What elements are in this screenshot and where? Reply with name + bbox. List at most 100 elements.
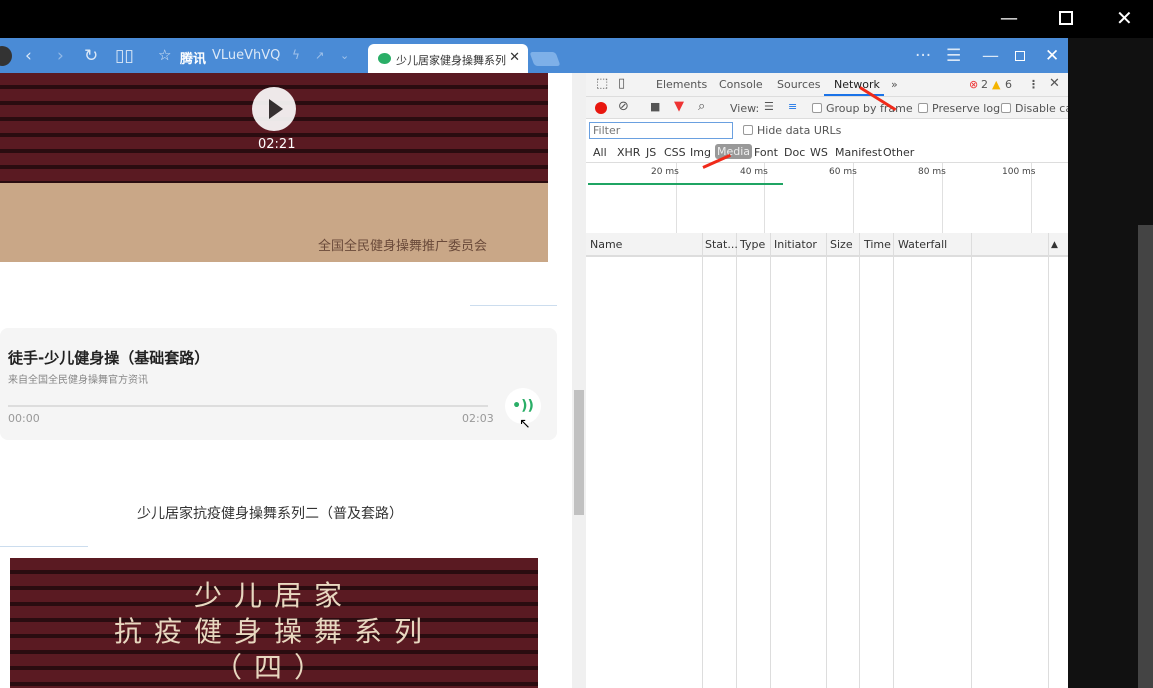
menu-icon[interactable]: ☰ bbox=[946, 46, 961, 66]
video2-line: （四） bbox=[213, 651, 334, 684]
type-js[interactable]: JS bbox=[646, 146, 656, 159]
section-title: 少儿居家抗疫健身操舞系列二（普及套路） bbox=[137, 506, 403, 522]
clear-icon[interactable]: ⊘ bbox=[618, 99, 629, 114]
video2-line: 少儿居家 bbox=[193, 579, 354, 612]
tick-label: 100 ms bbox=[1002, 167, 1036, 177]
video2-line: 抗疫健身操舞系列 bbox=[113, 615, 434, 648]
video-watermark: 全国全民健身操舞推广委员会 bbox=[318, 239, 488, 254]
close-icon[interactable]: ✕ bbox=[1045, 46, 1059, 66]
hide-data-urls-checkbox[interactable]: Hide data URLs bbox=[743, 124, 841, 137]
tab-sources[interactable]: Sources bbox=[777, 78, 821, 91]
view-label: View: bbox=[730, 102, 760, 115]
preserve-log-label: Preserve log bbox=[932, 102, 1001, 115]
audio-total-time: 02:03 bbox=[462, 412, 494, 425]
column-size[interactable]: Size bbox=[830, 238, 853, 251]
share-icon[interactable]: ↗ bbox=[315, 49, 324, 62]
type-manifest[interactable]: Manifest bbox=[835, 146, 882, 159]
search-icon[interactable]: ⌕ bbox=[698, 99, 705, 114]
warning-count[interactable]: 6 bbox=[1005, 78, 1012, 91]
cursor-icon: ↖ bbox=[519, 416, 531, 432]
wechat-icon bbox=[378, 53, 391, 64]
column-initiator[interactable]: Initiator bbox=[774, 238, 817, 251]
filter-input[interactable] bbox=[589, 122, 733, 139]
type-all[interactable]: All bbox=[593, 146, 607, 159]
waterfall-view-icon[interactable]: ≡ bbox=[788, 100, 797, 113]
camera-icon[interactable]: ■ bbox=[650, 100, 660, 113]
play-button[interactable] bbox=[252, 87, 296, 131]
audio-card: 徒手-少儿健身操（基础套路） 来自全国全民健身操舞官方资讯 00:00 02:0… bbox=[0, 328, 557, 440]
web-page: 02:21 全国全民健身操舞推广委员会 徒手-少儿健身操（基础套路） 来自全国全… bbox=[0, 73, 572, 688]
inspect-icon[interactable]: ⬚ bbox=[596, 76, 608, 91]
error-count[interactable]: 2 bbox=[981, 78, 988, 91]
tab-active[interactable]: 少儿居家健身操舞系列 ✕ bbox=[368, 44, 528, 73]
kebab-menu-icon[interactable]: ⋮ bbox=[1028, 78, 1039, 91]
type-img[interactable]: Img bbox=[690, 146, 711, 159]
type-xhr[interactable]: XHR bbox=[617, 146, 640, 159]
window-titlebar: — ✕ bbox=[0, 0, 1153, 38]
video-duration: 02:21 bbox=[258, 137, 296, 152]
outer-scrollbar[interactable] bbox=[1138, 225, 1153, 688]
column-time[interactable]: Time bbox=[864, 238, 891, 251]
video-player-2[interactable]: 少儿居家 抗疫健身操舞系列 （四） bbox=[10, 558, 538, 688]
tab-console[interactable]: Console bbox=[719, 78, 763, 91]
bookmark-vluevhvq[interactable]: VLueVhVQ bbox=[212, 48, 280, 63]
maximize-icon[interactable] bbox=[1059, 11, 1073, 25]
close-window-icon[interactable]: ✕ bbox=[1116, 6, 1133, 30]
more-tabs-button[interactable]: » bbox=[891, 78, 898, 91]
flash-icon[interactable]: ϟ bbox=[292, 48, 300, 62]
close-tab-icon[interactable]: ✕ bbox=[509, 50, 520, 65]
page-scrollbar-thumb[interactable] bbox=[574, 390, 584, 515]
type-other[interactable]: Other bbox=[883, 146, 914, 159]
page-scrollbar[interactable] bbox=[572, 73, 586, 688]
column-waterfall[interactable]: Waterfall bbox=[898, 238, 947, 251]
audio-progress-bar[interactable] bbox=[8, 405, 488, 407]
audio-current-time: 00:00 bbox=[8, 412, 40, 425]
star-icon[interactable]: ☆ bbox=[158, 46, 171, 64]
reader-icon[interactable]: ▯▯ bbox=[115, 46, 134, 66]
reload-icon[interactable]: ↻ bbox=[84, 46, 98, 66]
tab-network[interactable]: Network bbox=[834, 78, 880, 91]
browser-toolbar: ‹ › ↻ ▯▯ ☆ 腾讯 VLueVhVQ ϟ ↗ ⌄ 少儿居家健身操舞系列 … bbox=[0, 38, 1068, 73]
video-player[interactable]: 02:21 全国全民健身操舞推广委员会 bbox=[0, 73, 548, 262]
record-button[interactable] bbox=[595, 102, 607, 114]
group-by-frame-checkbox[interactable]: Group by frame bbox=[812, 102, 913, 115]
new-tab-button[interactable] bbox=[529, 52, 561, 66]
filter-icon[interactable]: ▼ bbox=[674, 99, 684, 114]
maximize-icon[interactable] bbox=[1015, 51, 1025, 61]
divider bbox=[0, 546, 88, 547]
type-font[interactable]: Font bbox=[754, 146, 778, 159]
device-toggle-icon[interactable]: ▯ bbox=[618, 76, 625, 91]
type-ws[interactable]: WS bbox=[810, 146, 828, 159]
preserve-log-checkbox[interactable]: Preserve log bbox=[918, 102, 1000, 115]
tab-title: 少儿居家健身操舞系列 bbox=[396, 54, 506, 67]
hide-data-urls-label: Hide data URLs bbox=[757, 124, 842, 137]
column-name[interactable]: Name bbox=[590, 238, 622, 251]
more-icon[interactable]: ··· bbox=[915, 46, 931, 66]
type-css[interactable]: CSS bbox=[664, 146, 686, 159]
chevron-down-icon[interactable]: ⌄ bbox=[340, 49, 349, 62]
disable-cache-checkbox[interactable]: Disable cac bbox=[1001, 102, 1078, 115]
column-status[interactable]: Stat... bbox=[705, 238, 738, 251]
minimize-icon[interactable]: — bbox=[982, 46, 999, 66]
warning-icon: ▲ bbox=[992, 78, 1001, 91]
column-type[interactable]: Type bbox=[740, 238, 765, 251]
forward-icon[interactable]: › bbox=[57, 46, 64, 66]
timeline-bar bbox=[588, 183, 783, 185]
sort-icon[interactable]: ▲ bbox=[1051, 240, 1058, 250]
tick-label: 40 ms bbox=[740, 167, 768, 177]
tick-label: 60 ms bbox=[829, 167, 857, 177]
avatar[interactable] bbox=[0, 46, 12, 66]
type-doc[interactable]: Doc bbox=[784, 146, 805, 159]
list-view-icon[interactable]: ☰ bbox=[764, 100, 774, 113]
divider bbox=[470, 305, 557, 306]
back-icon[interactable]: ‹ bbox=[25, 46, 32, 66]
close-devtools-icon[interactable]: ✕ bbox=[1049, 76, 1060, 91]
audio-title: 徒手-少儿健身操（基础套路） bbox=[8, 349, 210, 367]
tab-elements[interactable]: Elements bbox=[656, 78, 707, 91]
bookmark-tencent[interactable]: 腾讯 bbox=[180, 48, 206, 67]
error-icon: ⊗ bbox=[969, 78, 979, 91]
audio-source: 来自全国全民健身操舞官方资讯 bbox=[8, 375, 148, 386]
minimize-icon[interactable]: — bbox=[1000, 8, 1018, 29]
tick-label: 20 ms bbox=[651, 167, 679, 177]
devtools-panel: ⬚ ▯ Elements Console Sources Network » ⊗… bbox=[586, 73, 1078, 688]
